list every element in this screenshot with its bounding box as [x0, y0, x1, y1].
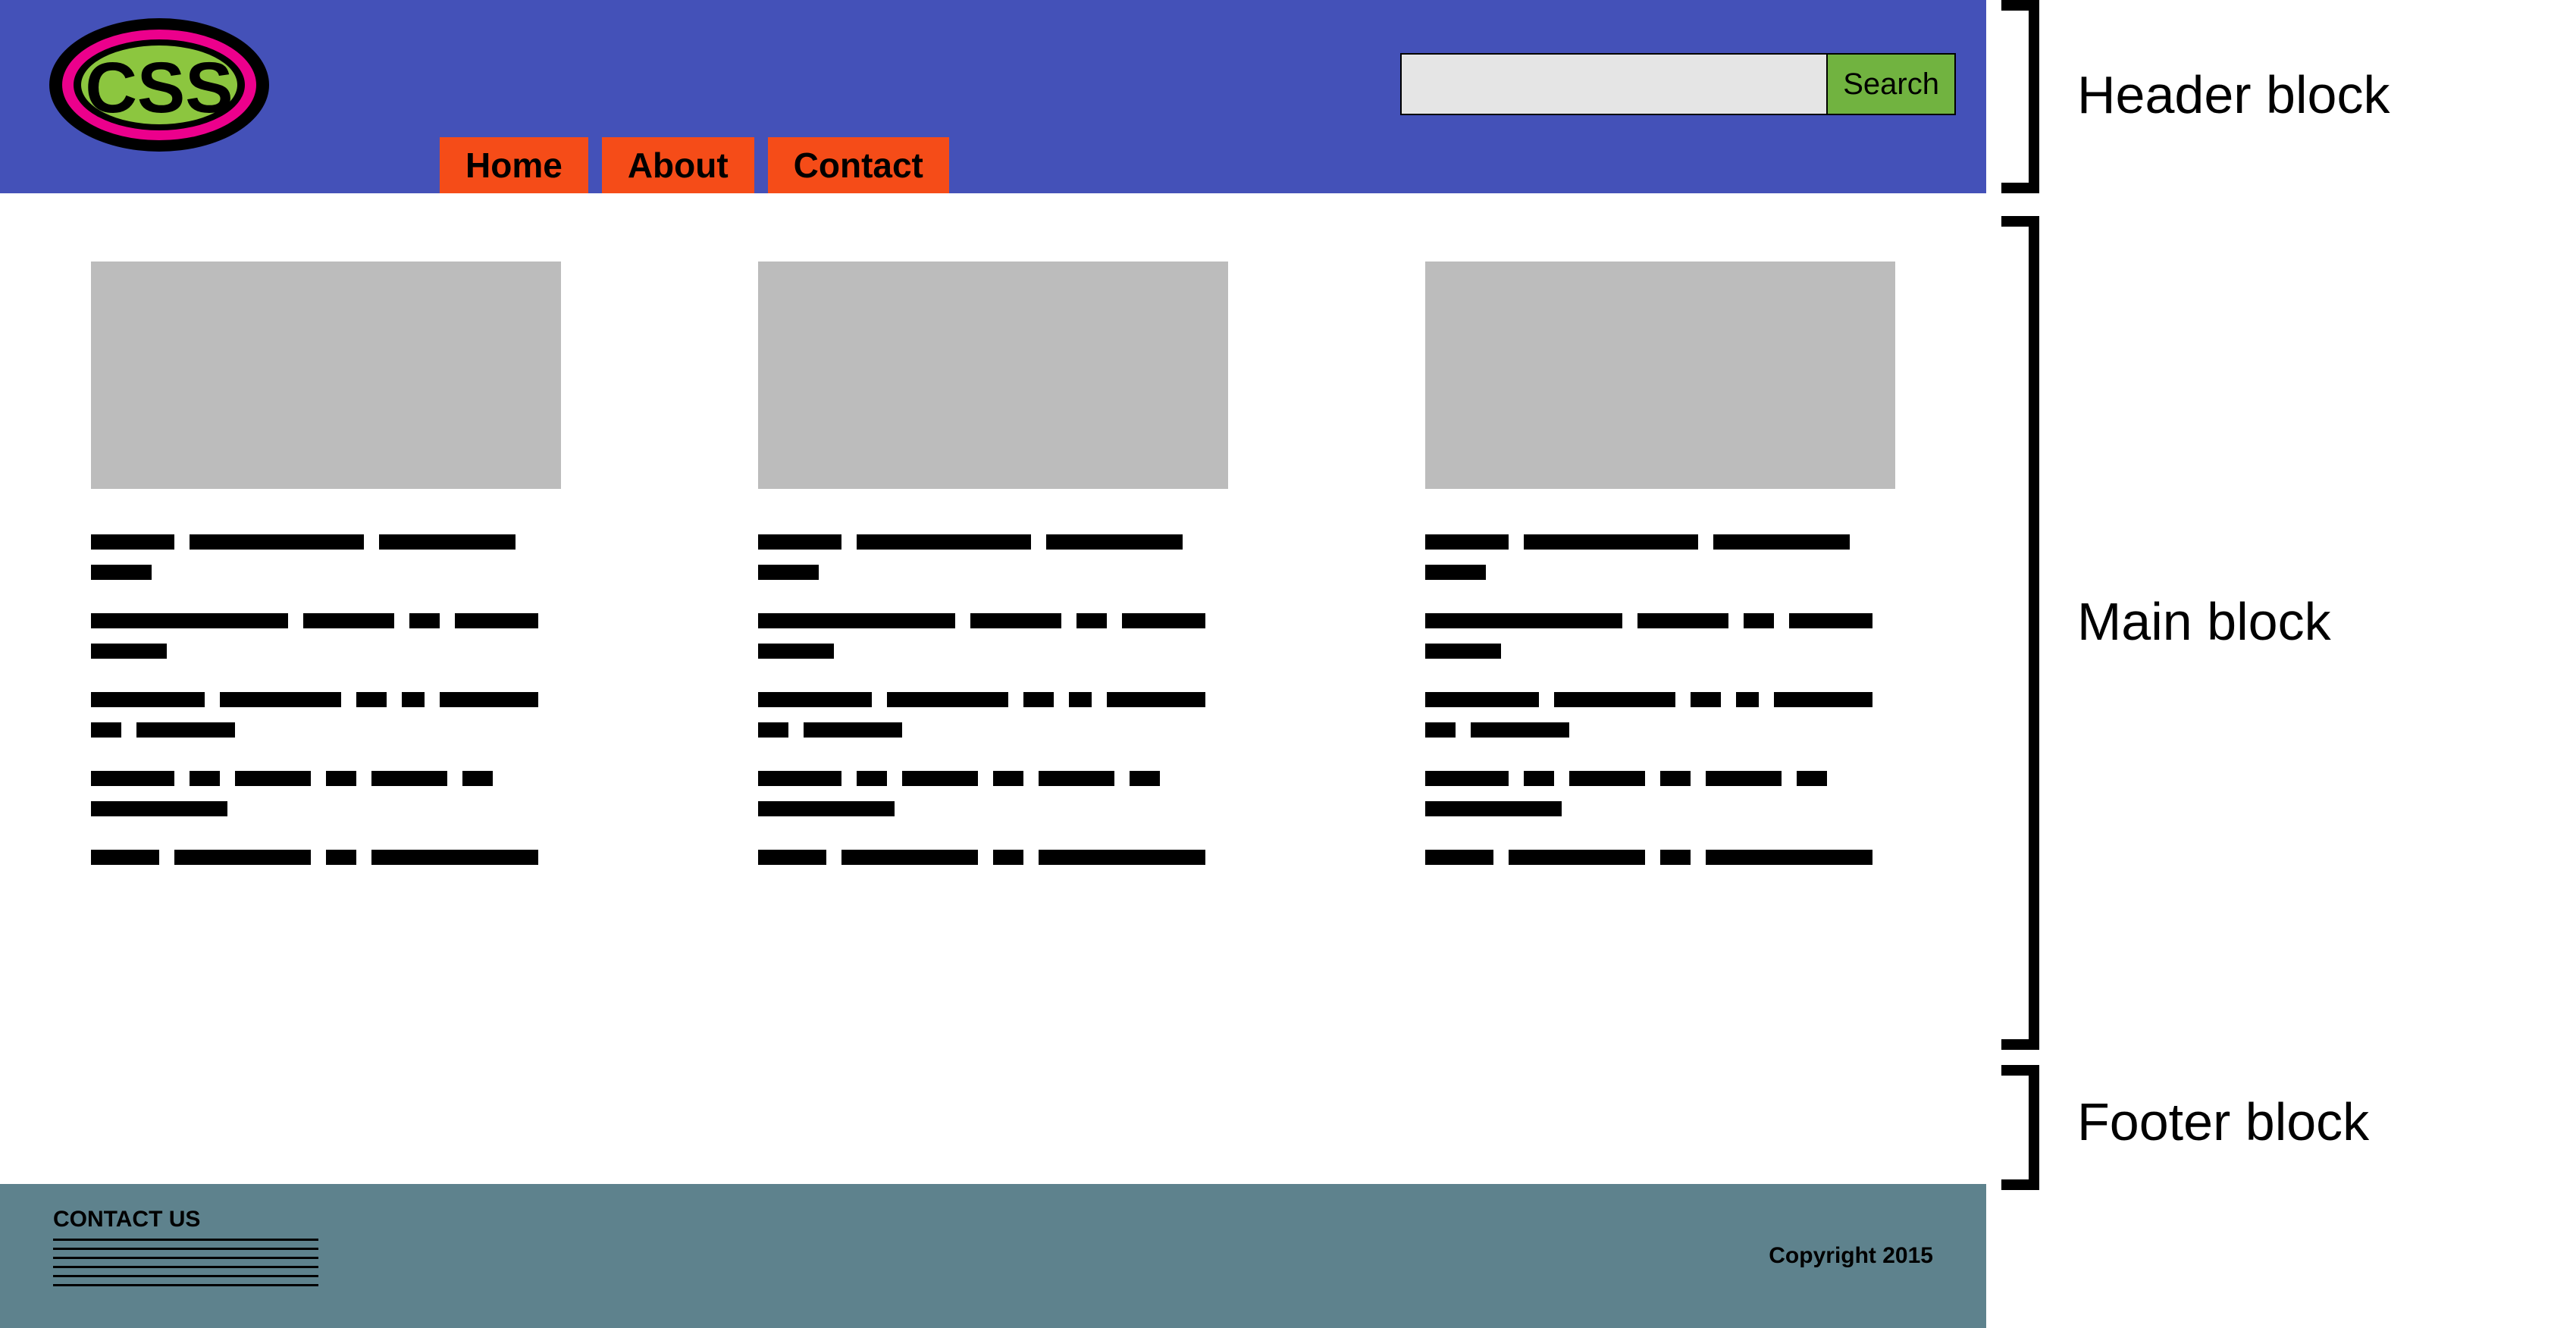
- footer-block: CONTACT US Copyright 2015: [0, 1184, 1986, 1328]
- logo-text: CSS: [85, 48, 233, 128]
- text-placeholder: [758, 613, 1228, 659]
- text-placeholder: [91, 850, 561, 865]
- bracket-icon: [2001, 1065, 2039, 1190]
- copyright-text: Copyright 2015: [1769, 1243, 1933, 1269]
- text-placeholder: [1425, 692, 1895, 738]
- search-button[interactable]: Search: [1826, 55, 1954, 114]
- text-placeholder: [758, 771, 1228, 816]
- text-placeholder: [91, 771, 561, 816]
- text-placeholder: [1425, 850, 1895, 865]
- content-column: [1425, 262, 1895, 1139]
- page-mockup: CSS Home About Contact Search: [0, 0, 1986, 1328]
- image-placeholder: [91, 262, 561, 489]
- header-block: CSS Home About Contact Search: [0, 0, 1986, 193]
- layout-diagram: CSS Home About Contact Search: [0, 0, 2576, 1328]
- bracket-icon: [2001, 0, 2039, 193]
- text-placeholder: [758, 692, 1228, 738]
- search-form: Search: [1400, 53, 1956, 115]
- annotation-header-label: Header block: [2077, 64, 2390, 125]
- footer-contact: CONTACT US: [53, 1207, 318, 1293]
- annotation-main-label: Main block: [2077, 591, 2331, 652]
- text-placeholder: [1425, 534, 1895, 580]
- text-placeholder: [758, 534, 1228, 580]
- text-placeholder: [91, 613, 561, 659]
- nav-about[interactable]: About: [602, 137, 754, 193]
- annotation-footer-label: Footer block: [2077, 1092, 2369, 1152]
- nav-bar: Home About Contact: [440, 137, 949, 193]
- logo-icon: CSS: [45, 15, 273, 155]
- image-placeholder: [1425, 262, 1895, 489]
- image-placeholder: [758, 262, 1228, 489]
- bracket-icon: [2001, 216, 2039, 1050]
- contact-us-title: CONTACT US: [53, 1207, 318, 1232]
- text-placeholder: [758, 850, 1228, 865]
- text-placeholder: [1425, 771, 1895, 816]
- text-placeholder: [1425, 613, 1895, 659]
- nav-home[interactable]: Home: [440, 137, 588, 193]
- content-column: [91, 262, 561, 1139]
- text-placeholder: [91, 534, 561, 580]
- contact-text-placeholder: [53, 1239, 318, 1286]
- text-placeholder: [91, 692, 561, 738]
- main-block: [0, 193, 1986, 1184]
- nav-contact[interactable]: Contact: [768, 137, 949, 193]
- search-input[interactable]: [1402, 55, 1826, 114]
- logo[interactable]: CSS: [45, 15, 273, 155]
- content-column: [758, 262, 1228, 1139]
- annotation-column: Header block Main block Footer block: [1986, 0, 2576, 1328]
